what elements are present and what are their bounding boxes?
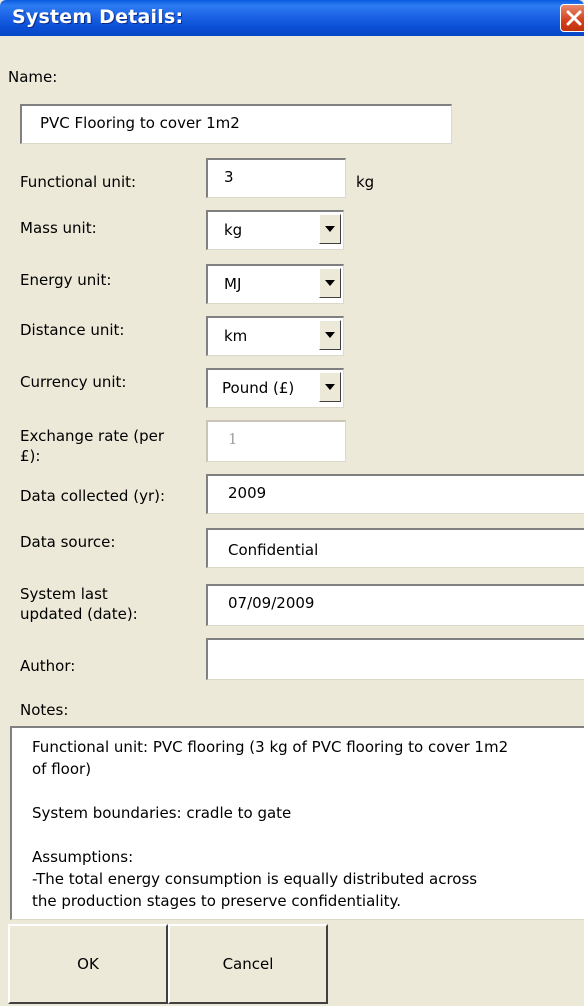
exchange-rate-label-line2: £): [20, 447, 41, 465]
currency-unit-dropdown-button[interactable] [319, 372, 341, 402]
notes-line: Functional unit: PVC flooring (3 kg of P… [32, 738, 509, 756]
distance-unit-value: km [224, 327, 248, 345]
notes-line: System boundaries: cradle to gate [32, 804, 292, 822]
functional-unit-unit: kg [356, 173, 375, 191]
author-label: Author: [20, 657, 76, 675]
notes-label: Notes: [20, 701, 69, 719]
notes-textarea[interactable]: Functional unit: PVC flooring (3 kg of P… [10, 726, 584, 920]
data-collected-label: Data collected (yr): [20, 487, 166, 505]
chevron-down-icon [325, 280, 335, 286]
energy-unit-dropdown-button[interactable] [319, 268, 341, 298]
title-bar[interactable]: System Details: [0, 0, 584, 36]
notes-line: Assumptions: [32, 848, 134, 866]
notes-line: the production stages to preserve confid… [32, 892, 402, 910]
ok-button[interactable]: OK [8, 924, 168, 1004]
data-source-field[interactable]: Confidential [206, 528, 584, 568]
author-field[interactable] [206, 638, 584, 680]
last-updated-label-line1: System last [20, 585, 108, 603]
name-label: Name: [8, 68, 58, 86]
mass-unit-select[interactable]: kg [206, 210, 344, 250]
currency-unit-label: Currency unit: [20, 373, 127, 391]
exchange-rate-label-line1: Exchange rate (per [20, 427, 165, 445]
distance-unit-dropdown-button[interactable] [319, 320, 341, 350]
notes-spacer [32, 824, 574, 846]
distance-unit-select[interactable]: km [206, 316, 344, 356]
last-updated-field[interactable]: 07/09/2009 [206, 584, 584, 626]
data-source-label: Data source: [20, 533, 116, 551]
notes-spacer [32, 780, 574, 802]
energy-unit-label: Energy unit: [20, 271, 112, 289]
distance-unit-label: Distance unit: [20, 321, 125, 339]
currency-unit-value: Pound (£) [222, 379, 295, 397]
mass-unit-label: Mass unit: [20, 219, 97, 237]
close-icon [566, 10, 582, 26]
data-collected-field[interactable]: 2009 [206, 474, 584, 514]
chevron-down-icon [325, 384, 335, 390]
currency-unit-select[interactable]: Pound (£) [206, 368, 344, 408]
mass-unit-dropdown-button[interactable] [319, 214, 341, 244]
energy-unit-select[interactable]: MJ [206, 264, 344, 304]
energy-unit-value: MJ [224, 275, 242, 293]
mass-unit-value: kg [224, 221, 243, 239]
chevron-down-icon [325, 332, 335, 338]
name-field[interactable]: PVC Flooring to cover 1m2 [20, 104, 452, 144]
cancel-button[interactable]: Cancel [168, 924, 328, 1004]
notes-line: of floor) [32, 760, 92, 778]
notes-line: -The total energy consumption is equally… [32, 870, 478, 888]
window-title: System Details: [12, 6, 184, 28]
functional-unit-label: Functional unit: [20, 173, 137, 191]
last-updated-label-line2: updated (date): [20, 605, 138, 623]
chevron-down-icon [325, 226, 335, 232]
close-button[interactable] [560, 4, 584, 32]
exchange-rate-field: 1 [206, 420, 346, 462]
functional-unit-field[interactable]: 3 [206, 158, 346, 198]
